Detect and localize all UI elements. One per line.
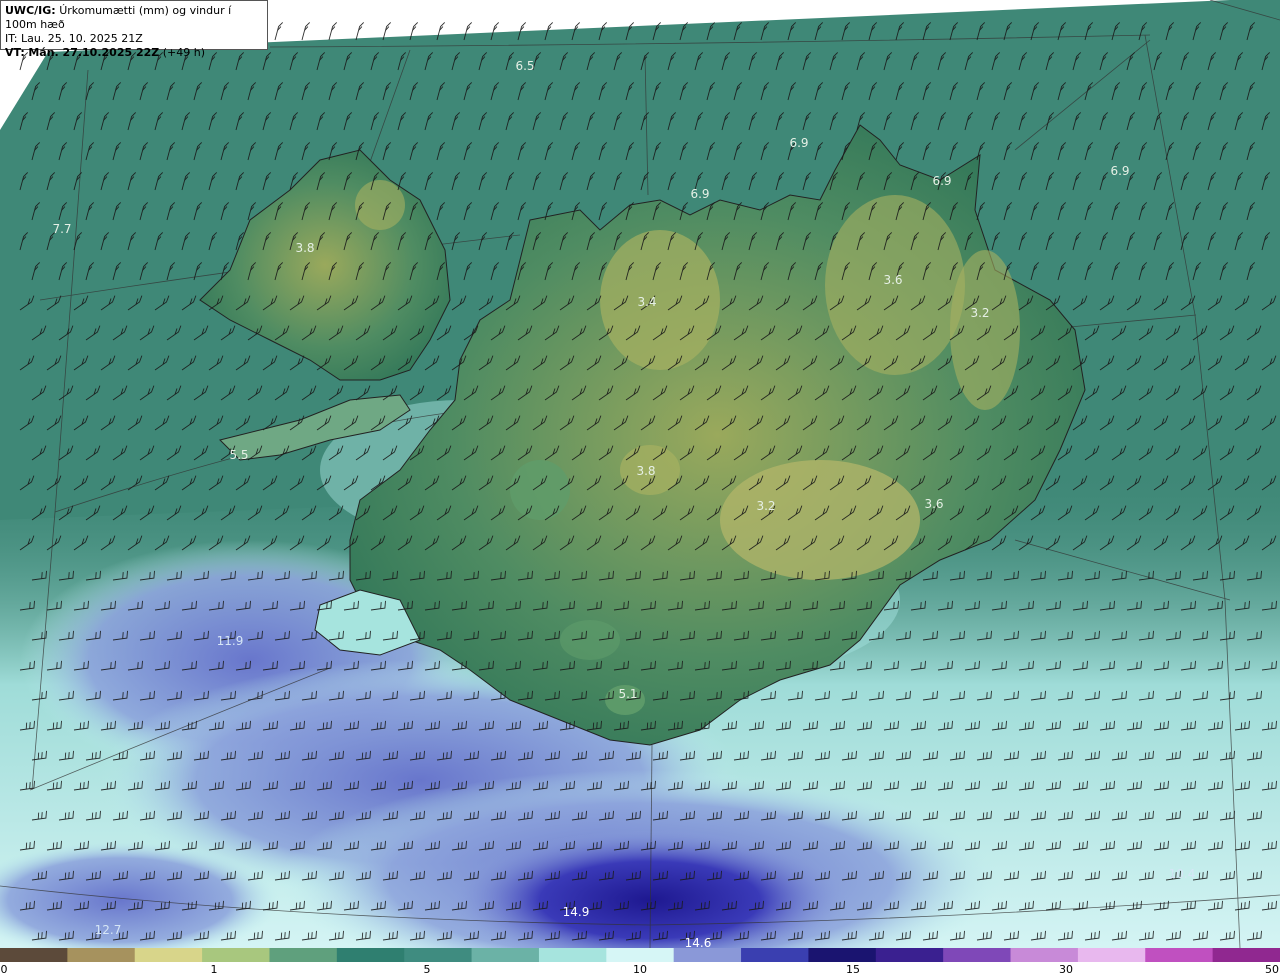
- colorbar-segment: [943, 948, 1012, 962]
- product-title-line: UWC/IG: Úrkomumætti (mm) og vindur í 100…: [5, 4, 263, 32]
- colorbar-tick-label: 0: [0, 963, 8, 976]
- colorbar-segment: [673, 948, 742, 962]
- map-value-label: 3.6: [924, 497, 943, 511]
- product-code: UWC/IG:: [5, 4, 56, 17]
- colorbar-segment: [1077, 948, 1146, 962]
- map-value-label: 6.9: [690, 187, 709, 201]
- map-value-label: 6.9: [932, 174, 951, 188]
- lead-time: (+49 h): [162, 46, 206, 59]
- map-value-label: 5.1: [618, 687, 637, 701]
- colorbar-tick-label: 50: [1265, 963, 1279, 976]
- map-value-label: 3.6: [883, 273, 902, 287]
- colorbar-tick-label: 5: [423, 963, 431, 976]
- map-value-label: 6.9: [789, 136, 808, 150]
- valid-time: Mán. 27.10.2025 22Z: [28, 46, 160, 59]
- colorbar-segment: [1145, 948, 1214, 962]
- colorbar-segment: [808, 948, 877, 962]
- colorbar-tick-label: 15: [846, 963, 860, 976]
- colorbar-segment: [202, 948, 270, 962]
- colorbar-tick-label: 10: [633, 963, 647, 976]
- valid-prefix: VT:: [5, 46, 25, 59]
- colorbar-segment: [67, 948, 136, 962]
- colorbar-segment: [606, 948, 675, 962]
- map-value-label: 7.7: [52, 222, 71, 236]
- map-value-label: 14.6: [685, 936, 712, 948]
- map-value-label: 3.4: [637, 295, 656, 309]
- colorbar-segment: [269, 948, 338, 962]
- map-value-label: 10.4: [1169, 867, 1196, 881]
- colorbar-tick-label: 1: [210, 963, 218, 976]
- map-value-label: 6.5: [515, 59, 534, 73]
- colorbar-segment: [1010, 948, 1079, 962]
- map-value-label: 3.8: [295, 241, 314, 255]
- weather-map: 6.5 6.9 6.9 6.9 6.9 7.7 3.8 3.6 3.4 3.2 5.5 3.8 3.2 3…: [0, 0, 1280, 948]
- map-value-label: 5.5: [229, 448, 248, 462]
- init-time: IT: Lau. 25. 10. 2025 21Z: [5, 32, 143, 45]
- colorbar-segment: [538, 948, 607, 962]
- colorbar-segment: [0, 948, 68, 962]
- map-value-label: 3.2: [970, 306, 989, 320]
- colorbar: [0, 948, 1280, 962]
- colorbar-segment: [1212, 948, 1280, 962]
- map-value-label: 3.2: [756, 499, 775, 513]
- colorbar-segment: [134, 948, 203, 962]
- valid-time-line: VT: Mán. 27.10.2025 22Z (+49 h): [5, 46, 263, 60]
- colorbar-segment: [741, 948, 809, 962]
- colorbar-tick-label: 30: [1059, 963, 1073, 976]
- map-value-label: 12.7: [95, 923, 122, 937]
- colorbar-segment: [336, 948, 405, 962]
- map-value-label: 14.9: [563, 905, 590, 919]
- colorbar-segment: [404, 948, 473, 962]
- map-info-box: UWC/IG: Úrkomumætti (mm) og vindur í 100…: [0, 0, 268, 59]
- map-value-label: 11.9: [217, 634, 244, 648]
- colorbar-segment: [471, 948, 540, 962]
- colorbar-segment: [875, 948, 944, 962]
- map-value-label: 6.9: [1110, 164, 1129, 178]
- map-value-label: 3.8: [636, 464, 655, 478]
- colorbar-labels: 0 1 5 10 15 30 50: [0, 962, 1280, 978]
